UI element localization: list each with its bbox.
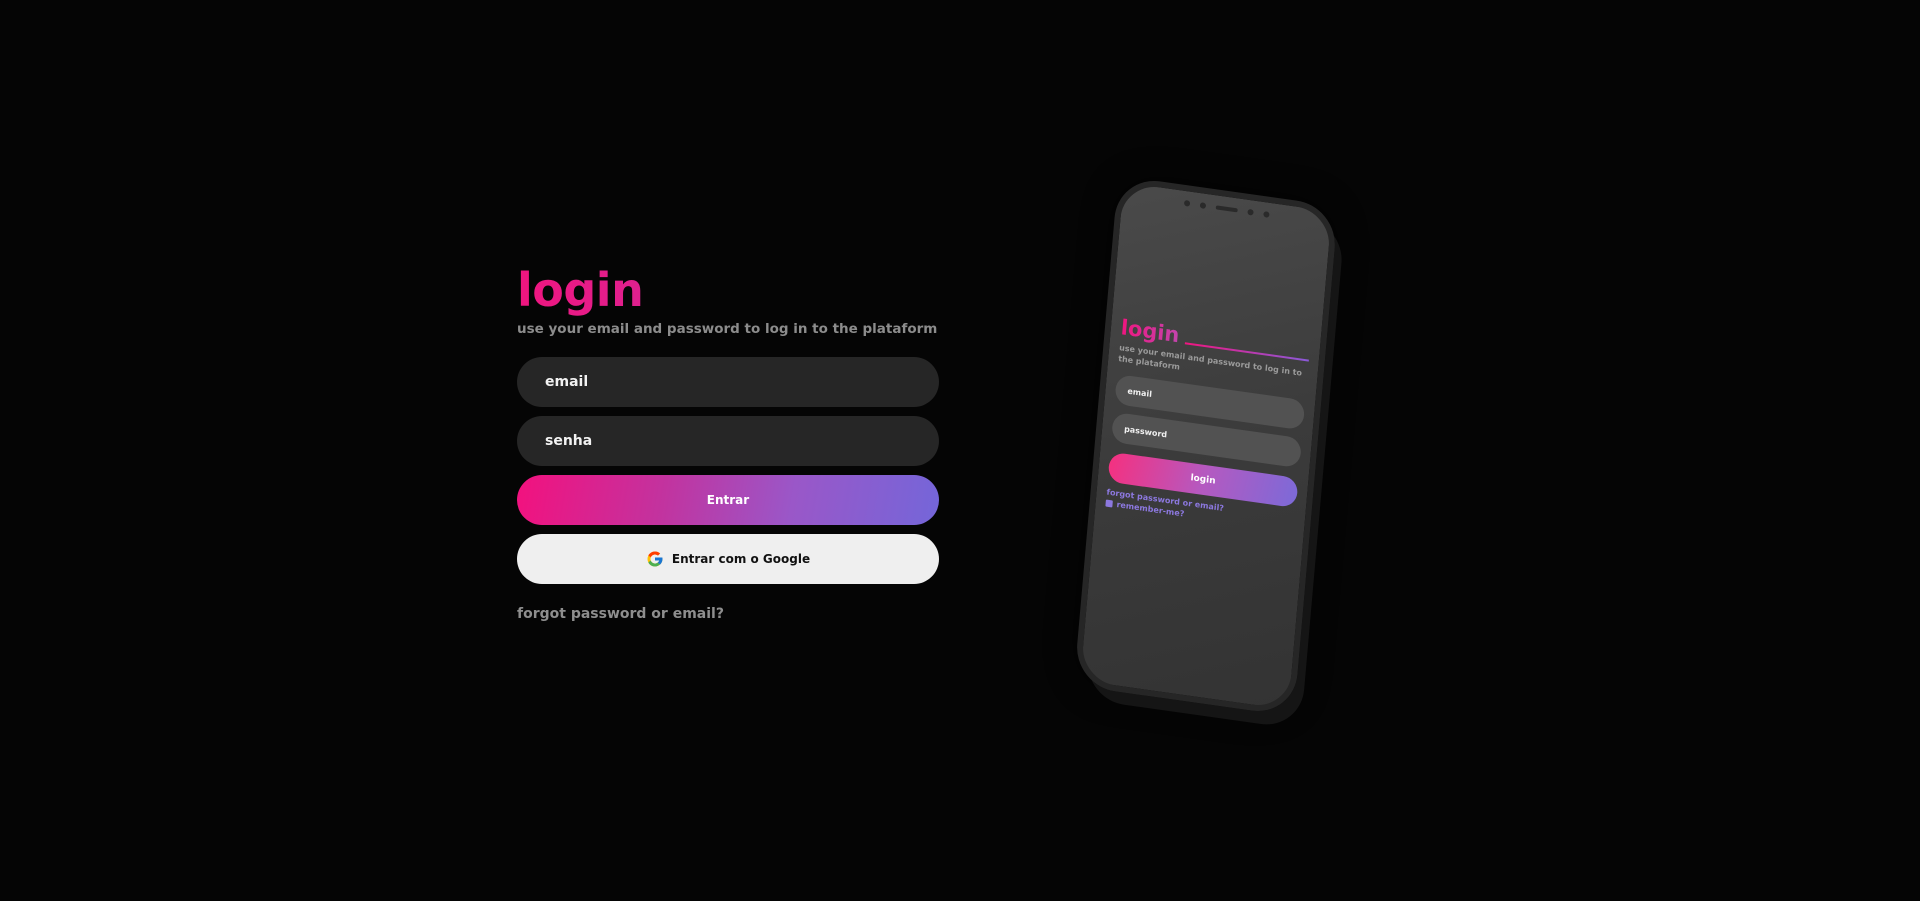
login-submit-button[interactable]: Entrar — [517, 475, 939, 525]
phone-remember-checkbox — [1105, 499, 1113, 508]
phone-side-button — [1318, 351, 1328, 412]
phone-mockup: login use your email and password to log… — [1025, 170, 1365, 730]
login-page: login use your email and password to log… — [0, 0, 1920, 901]
password-field[interactable] — [543, 432, 939, 450]
password-field-container[interactable] — [517, 416, 939, 466]
google-icon — [646, 550, 664, 568]
email-field[interactable] — [543, 373, 939, 391]
phone-screen: login use your email and password to log… — [1080, 182, 1332, 709]
page-subtitle: use your email and password to log in to… — [517, 321, 938, 337]
login-form: login use your email and password to log… — [517, 262, 939, 622]
email-field-container[interactable] — [517, 357, 939, 407]
google-login-label: Entrar com o Google — [671, 552, 811, 566]
forgot-password-link[interactable]: forgot password or email? — [517, 606, 724, 622]
google-login-button[interactable]: Entrar com o Google — [517, 534, 939, 584]
login-submit-label: Entrar — [706, 493, 750, 507]
page-title: login — [517, 262, 939, 318]
phone-frame: login use your email and password to log… — [1073, 175, 1339, 717]
